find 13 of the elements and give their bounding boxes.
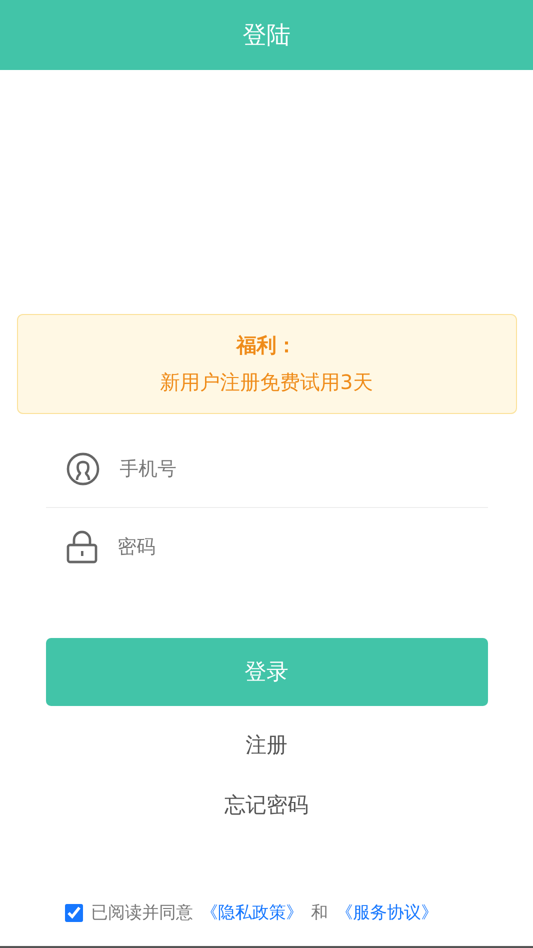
terms-link[interactable]: 《服务协议》 [336,901,438,924]
text-link[interactable]: 忘记密码 [220,784,312,826]
lock-icon [66,530,98,564]
agreement-text: 已阅读并同意 [91,902,193,924]
conjunction-text: 和 [311,902,328,924]
user-icon [66,452,100,486]
promo-text: 新用户注册免费试用3天 [160,369,373,396]
agree-checkbox[interactable] [65,904,83,922]
text-link[interactable]: 注册 [242,724,292,766]
login-button[interactable]: 登录 [46,638,488,706]
promo-title: 福利： [236,332,296,359]
privacy-link[interactable]: 《隐私政策》 [201,901,303,924]
page-title: 登陆 [242,20,290,51]
